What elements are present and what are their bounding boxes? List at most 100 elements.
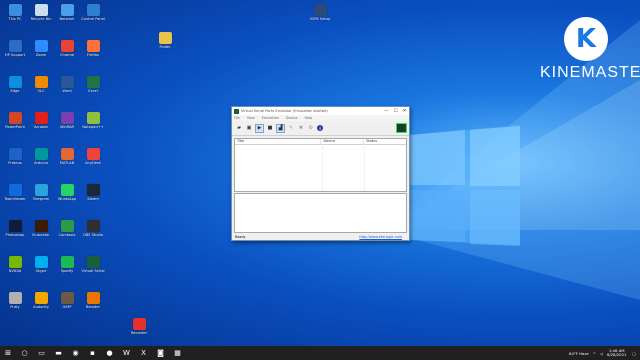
app-icon [86,40,100,52]
app-icon [60,184,74,196]
info-icon[interactable]: i [317,125,323,131]
desktop-icon-label: Steam [87,197,99,201]
status-bar: Ready http://www.eterlogic.com [232,234,409,240]
desktop-icon-label: Virtual Serial [81,269,105,273]
start-button[interactable]: ⊞ [0,346,16,360]
desktop-icon[interactable]: Folder [150,32,180,49]
log-panel[interactable] [234,193,407,233]
app-icon [60,4,74,16]
app-icon [60,76,74,88]
app-icon [60,148,74,160]
delete-device-icon[interactable]: ✖ [297,124,305,132]
maximize-button[interactable]: ☐ [391,109,400,114]
desktop-icon[interactable]: Virtual Serial [78,256,108,273]
app-icon [34,256,48,268]
desktop-icon[interactable]: Control Panel [78,4,108,21]
desktop-icon[interactable]: Recorder [124,318,154,335]
desktop-icon[interactable]: AnyDesk [78,148,108,165]
desktop-icon[interactable]: VSPE Setup [305,4,335,21]
vspe-window[interactable]: Virtual Serial Ports Emulator (Emulation… [231,106,410,241]
close-button[interactable]: ✕ [400,109,409,114]
app-icon [34,220,48,232]
settings-icon[interactable]: ⚙ [307,124,315,132]
app-icon [8,40,22,52]
app-icon [86,220,100,232]
app-icon [34,292,48,304]
title-bar[interactable]: Virtual Serial Ports Emulator (Emulation… [232,107,409,115]
eterlogic-logo-icon [396,123,407,133]
app-icon [34,40,48,52]
app-icon [60,112,74,124]
app-icon [34,112,48,124]
desktop-icon-label: AnyDesk [85,161,101,165]
column-title[interactable]: Title [235,139,322,144]
column-divider [322,144,323,191]
desktop-icon-label: Firefox [87,53,99,57]
desktop-icon[interactable]: Notepad++ [78,112,108,129]
chrome-icon[interactable]: ● [101,346,118,360]
toolbar: ▰ ▣ ▶ ■ ▟ ✎ ✖ ⚙ i [232,121,409,136]
app-icon [60,292,74,304]
app-icon [86,112,100,124]
app-icon [8,184,22,196]
taskbar: ⊞ ○ ▭ ▬ ◉ ▪ ● W X ◙ ▦ 84°F Haze ◠ ◁ 1:46 AM 6/28/… [0,346,640,360]
app-icon [34,148,48,160]
desktop-icon[interactable]: Steam [78,184,108,201]
app-icon [8,4,22,16]
app-icon [34,4,48,16]
app-icon [60,256,74,268]
file-explorer-icon[interactable]: ▬ [50,346,67,360]
desktop-icon-label: VSPE Setup [309,17,331,21]
desktop-icon[interactable]: Excel [78,76,108,93]
app-icon [60,220,74,232]
desktop-icon[interactable]: Firefox [78,40,108,57]
volume-icon[interactable]: ◁ [600,351,603,356]
vspe-icon[interactable]: ▦ [169,346,186,360]
open-icon[interactable]: ▰ [235,124,243,132]
kinemaster-text: KINEMASTER [540,64,640,81]
app-icon [132,318,146,330]
desktop-icon-label: OBS Studio [82,233,104,237]
column-status[interactable]: Status [364,139,406,144]
desktop-icon[interactable]: OBS Studio [78,220,108,237]
minimize-button[interactable]: — [382,109,391,114]
clock[interactable]: 1:46 AM 6/28/2021 [606,348,627,358]
search-icon[interactable]: ○ [16,346,33,360]
save-icon[interactable]: ▣ [245,124,253,132]
app-icon [86,292,100,304]
app-icon [158,32,172,44]
kinemaster-watermark: K KINEMASTER [540,17,640,82]
zoom-icon[interactable]: ◙ [152,346,169,360]
notifications-icon[interactable]: ▢ [632,351,636,356]
app-icon [8,220,22,232]
edge-icon[interactable]: ◉ [67,346,84,360]
app-icon [86,76,100,88]
create-device-icon[interactable]: ▟ [276,123,285,133]
app-icon [8,256,22,268]
app-icon [86,184,100,196]
word-icon[interactable]: W [118,346,135,360]
app-icon [313,4,327,16]
status-text: Ready [235,235,246,239]
weather-widget[interactable]: 84°F Haze [569,351,589,356]
edit-device-icon[interactable]: ✎ [287,124,295,132]
device-list[interactable]: Title Device Status [234,138,407,192]
app-icon [8,76,22,88]
clock-date: 6/28/2021 [606,352,627,357]
app-icon [86,148,100,160]
app-icon [86,4,100,16]
excel-icon[interactable]: X [135,346,152,360]
app-icon [234,108,239,114]
stop-icon[interactable]: ■ [266,124,274,132]
column-divider [364,144,365,191]
desktop-icon[interactable]: Blender [78,292,108,309]
task-view-icon[interactable]: ▭ [33,346,50,360]
app-icon [60,40,74,52]
website-link[interactable]: http://www.eterlogic.com [359,235,402,239]
acrobat-icon[interactable]: ▪ [84,346,101,360]
column-device[interactable]: Device [321,139,365,144]
app-icon [34,76,48,88]
network-icon[interactable]: ◠ [593,351,596,356]
play-icon[interactable]: ▶ [255,123,264,133]
system-tray: 84°F Haze ◠ ◁ 1:46 AM 6/28/2021 ▢ [569,346,640,360]
